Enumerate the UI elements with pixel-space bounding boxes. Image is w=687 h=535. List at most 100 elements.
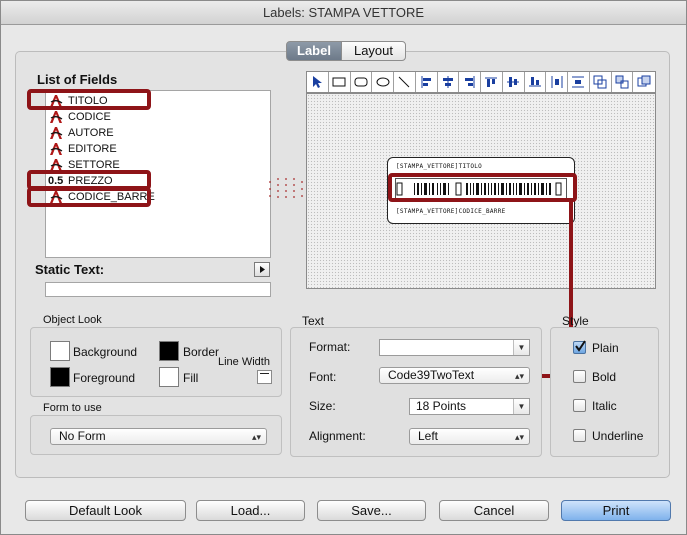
arrange-icon <box>637 75 651 87</box>
align-middle-tool[interactable] <box>503 72 525 92</box>
alignment-label: Alignment: <box>309 429 366 443</box>
updown-chevron-icon: ▴▾ <box>514 371 524 381</box>
group-tool[interactable] <box>590 72 612 92</box>
form-select-value: No Form <box>59 429 106 443</box>
preview-title-field[interactable]: [STAMPA_VETTORE]TITOLO <box>396 163 482 170</box>
line-width-label: Line Width <box>218 356 270 368</box>
save-button[interactable]: Save... <box>317 500 426 521</box>
list-item[interactable]: AUTORE <box>48 125 114 141</box>
plain-label: Plain <box>592 341 619 355</box>
annotation-highlight-titolo <box>27 89 151 110</box>
arrange-tool[interactable] <box>633 72 655 92</box>
list-item[interactable]: CODICE <box>48 109 111 125</box>
checkmark-icon <box>575 340 586 352</box>
object-look-title: Object Look <box>43 314 102 326</box>
alignment-select-value: Left <box>418 429 439 443</box>
align-top-icon <box>485 77 498 87</box>
rounded-rect-tool[interactable] <box>351 72 373 92</box>
font-select[interactable]: Code39TwoText ▴▾ <box>379 367 530 384</box>
text-field-icon <box>48 142 64 156</box>
ungroup-tool[interactable] <box>612 72 634 92</box>
default-look-button[interactable]: Default Look <box>25 500 186 521</box>
chevron-down-icon[interactable]: ▼ <box>513 340 529 355</box>
chevron-down-icon[interactable]: ▼ <box>513 399 529 414</box>
align-right-icon <box>464 76 475 88</box>
window-title: Labels: STAMPA VETTORE <box>1 1 686 25</box>
align-center-icon <box>442 76 453 88</box>
format-label: Format: <box>309 340 351 354</box>
updown-chevron-icon: ▴▾ <box>251 432 261 442</box>
play-arrow-icon <box>260 266 265 273</box>
font-label: Font: <box>309 370 337 384</box>
italic-label: Italic <box>592 399 617 413</box>
align-top-tool[interactable] <box>481 72 503 92</box>
distribute-vertical-icon <box>572 76 585 88</box>
bold-checkbox[interactable] <box>573 370 586 383</box>
size-combo[interactable]: 18 Points ▼ <box>409 398 530 415</box>
foreground-label: Foreground <box>73 371 136 385</box>
annotation-highlight-codice-barre <box>27 187 151 207</box>
align-right-tool[interactable] <box>459 72 481 92</box>
underline-label: Underline <box>592 429 644 443</box>
foreground-color-swatch[interactable] <box>50 367 70 387</box>
group-icon <box>593 75 607 89</box>
rectangle-icon <box>332 77 346 87</box>
distribute-v-tool[interactable] <box>568 72 590 92</box>
load-button[interactable]: Load... <box>196 500 305 521</box>
background-label: Background <box>73 345 138 359</box>
rectangle-tool[interactable] <box>329 72 351 92</box>
list-of-fields-heading: List of Fields <box>37 72 118 87</box>
align-middle-icon <box>507 77 520 87</box>
drawing-toolbar <box>306 71 656 93</box>
preview-barcode-field[interactable]: [STAMPA_VETTORE]CODICE_BARRE <box>396 208 506 215</box>
line-width-selector[interactable] <box>257 370 272 384</box>
border-color-swatch[interactable] <box>159 341 179 361</box>
tab-layout[interactable]: Layout <box>341 41 406 61</box>
distribute-horizontal-icon <box>551 76 563 88</box>
line-tool[interactable] <box>394 72 416 92</box>
tab-label[interactable]: Label <box>286 41 342 61</box>
style-group-title: Style <box>562 314 589 328</box>
form-select[interactable]: No Form ▴▾ <box>50 428 267 445</box>
text-field-icon <box>48 126 64 140</box>
text-field-icon <box>48 110 64 124</box>
form-to-use-title: Form to use <box>43 402 102 414</box>
ungroup-icon <box>615 75 629 89</box>
align-left-icon <box>421 76 432 88</box>
field-label: EDITORE <box>68 143 117 155</box>
fill-label: Fill <box>183 371 199 385</box>
oval-icon <box>376 77 390 87</box>
distribute-h-tool[interactable] <box>546 72 568 92</box>
font-select-value: Code39TwoText <box>388 368 475 382</box>
align-bottom-icon <box>528 77 541 87</box>
italic-checkbox[interactable] <box>573 399 586 412</box>
alignment-select[interactable]: Left ▴▾ <box>409 428 530 445</box>
underline-checkbox[interactable] <box>573 429 586 442</box>
updown-chevron-icon: ▴▾ <box>514 432 524 442</box>
arrow-tool[interactable] <box>307 72 329 92</box>
border-label: Border <box>183 345 220 359</box>
size-label: Size: <box>309 399 336 413</box>
bold-label: Bold <box>592 370 617 384</box>
static-text-label: Static Text: <box>35 262 105 277</box>
cancel-button[interactable]: Cancel <box>439 500 549 521</box>
background-color-swatch[interactable] <box>50 341 70 361</box>
insert-static-text-button[interactable] <box>254 262 270 277</box>
align-left-tool[interactable] <box>416 72 438 92</box>
size-value: 18 Points <box>416 399 467 413</box>
line-icon <box>399 76 410 88</box>
field-label: AUTORE <box>68 127 114 139</box>
static-text-field[interactable] <box>45 282 271 297</box>
field-label: CODICE <box>68 111 111 123</box>
pointer-icon <box>313 76 323 88</box>
format-combo[interactable]: ▼ <box>379 339 530 356</box>
print-button[interactable]: Print <box>561 500 671 521</box>
fill-color-swatch[interactable] <box>159 367 179 387</box>
rounded-rectangle-icon <box>354 77 368 87</box>
align-center-h-tool[interactable] <box>438 72 460 92</box>
plain-checkbox[interactable] <box>573 340 586 354</box>
align-bottom-tool[interactable] <box>525 72 547 92</box>
text-group-title: Text <box>302 314 325 328</box>
oval-tool[interactable] <box>372 72 394 92</box>
list-item[interactable]: EDITORE <box>48 141 117 157</box>
